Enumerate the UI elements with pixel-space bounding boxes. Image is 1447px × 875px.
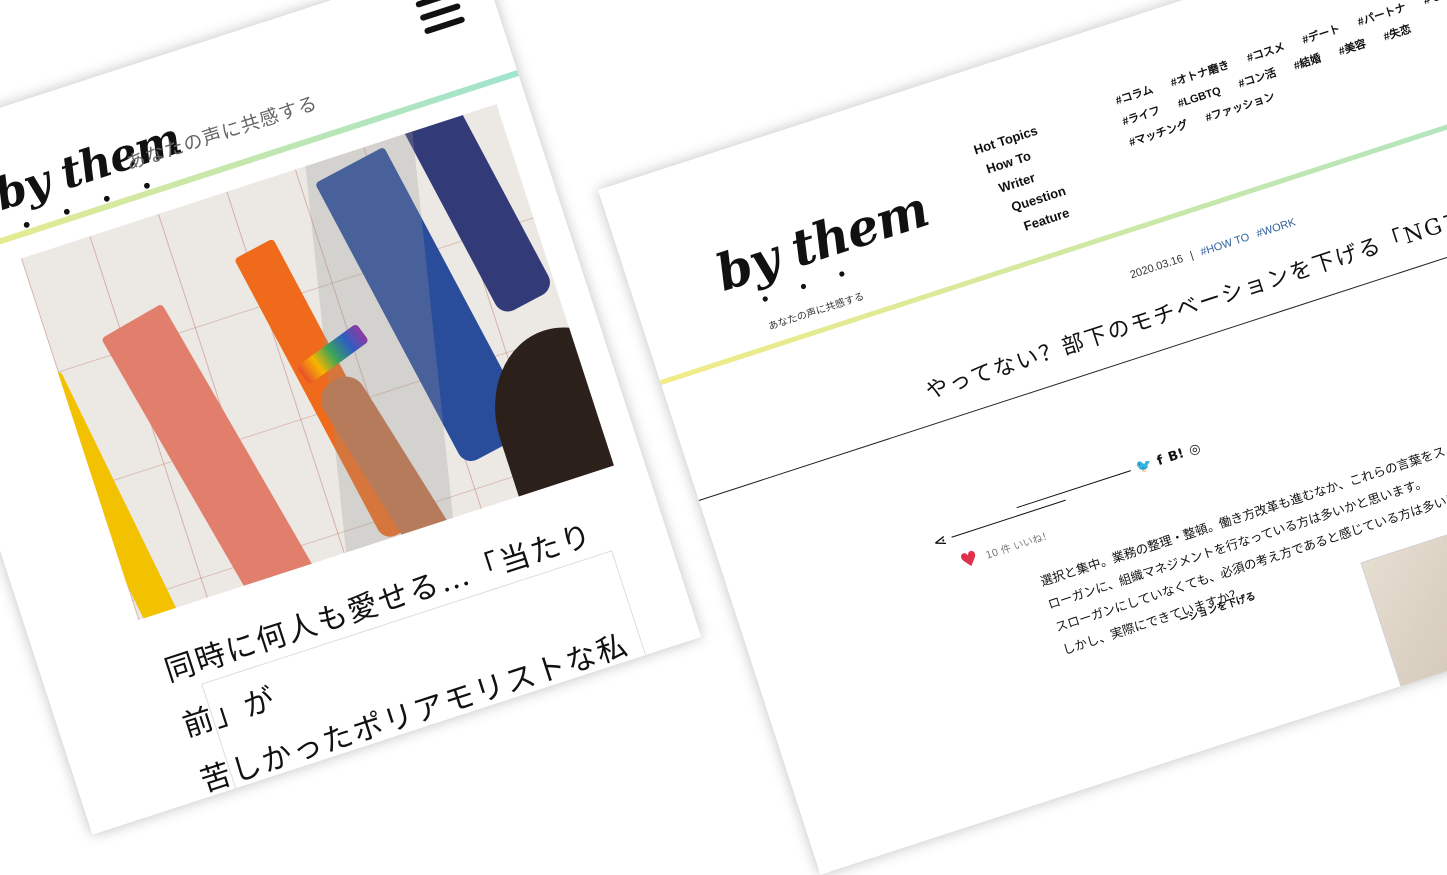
tag-link[interactable]: #失恋 bbox=[1381, 19, 1414, 47]
twitter-icon[interactable]: 🐦 bbox=[1134, 457, 1154, 476]
heart-icon[interactable]: ♥ bbox=[957, 545, 981, 573]
desktop-screen: by them • • • あなたの声に共感する Hot Topics How … bbox=[598, 0, 1447, 875]
tag-link[interactable]: #モテ bbox=[1421, 0, 1447, 11]
tag-link[interactable]: #結婚 bbox=[1291, 49, 1324, 77]
meta-separator: | bbox=[1188, 249, 1196, 262]
tag-cloud: #コラム #オトナ磨き #コスメ #デート #パートナ #モテ #ライフ #LG… bbox=[1112, 0, 1447, 153]
article-tag-work[interactable]: #WORK bbox=[1255, 216, 1297, 240]
tag-link[interactable]: #美容 bbox=[1336, 34, 1369, 62]
article-tag-how-to[interactable]: #HOW TO bbox=[1199, 231, 1251, 258]
article-date: 2020.03.16 bbox=[1128, 252, 1185, 282]
share-icon[interactable]: ⋖ bbox=[931, 530, 950, 552]
main-nav: Hot Topics How To Writer Question Featur… bbox=[971, 117, 1076, 245]
hatena-bookmark-icon[interactable]: B! bbox=[1166, 446, 1186, 465]
tag-link[interactable]: #コスメ bbox=[1244, 37, 1287, 68]
hamburger-menu-icon[interactable] bbox=[415, 0, 466, 35]
facebook-icon[interactable]: f bbox=[1155, 453, 1165, 469]
line-icon[interactable]: ◎ bbox=[1187, 441, 1202, 459]
mobile-screen: by them • • • • あなたの声に共感する 同時に何人も愛せる…「当た… bbox=[0, 0, 702, 835]
